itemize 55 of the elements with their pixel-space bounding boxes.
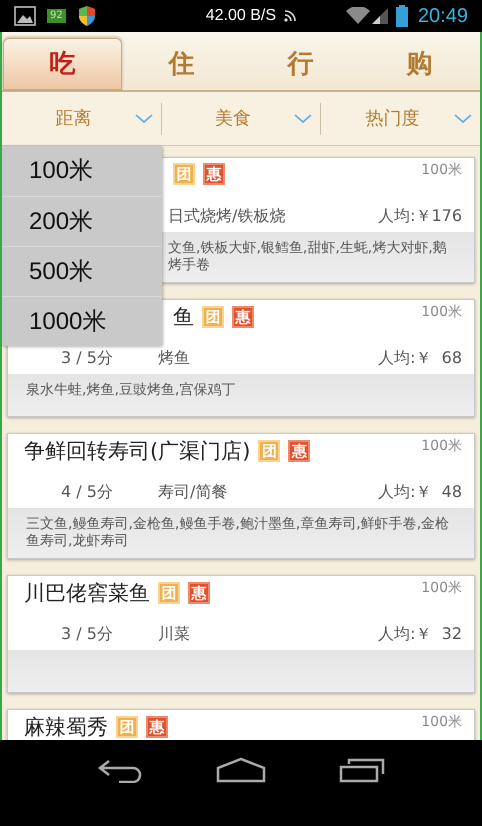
distance-label: 100米 (421, 579, 462, 598)
deal-tag: 惠 (232, 306, 254, 328)
deal-tag: 团 (158, 582, 180, 604)
chevron-down-icon (454, 114, 472, 124)
deal-tag: 惠 (203, 163, 225, 185)
distance-label: 100米 (421, 437, 462, 456)
deal-tag: 团 (202, 306, 224, 328)
rating-text: 4 / 5分 (61, 481, 114, 503)
deal-tag: 团 (116, 716, 138, 738)
restaurant-name: 川巴佬窖菜鱼 (24, 581, 150, 605)
restaurant-name: 麻辣蜀秀 (24, 715, 108, 739)
rating-text: 3 / 5分 (61, 347, 114, 369)
network-speed: 42.00 B/S (206, 6, 276, 26)
wifi-icon (346, 7, 370, 25)
home-icon[interactable] (216, 757, 266, 783)
deal-tag: 团 (258, 440, 280, 462)
chevron-down-icon (134, 114, 153, 124)
rss-icon (284, 10, 296, 22)
restaurant-name: 争鲜回转寿司(广渠门店) (24, 439, 250, 463)
category-text: 烤鱼 (158, 347, 191, 369)
price-text: 人均:￥176 (378, 205, 462, 227)
recent-apps-icon[interactable] (339, 757, 386, 783)
clock-time: 20:49 (418, 4, 468, 29)
dishes-text: 三文鱼,鳗鱼寿司,金枪鱼,鳗鱼手卷,鲍汁墨鱼,章鱼寿司,鲜虾手卷,金枪鱼寿司,龙虾寿司 (26, 516, 450, 550)
distance-label: 100米 (421, 713, 462, 732)
deal-tag: 惠 (146, 716, 168, 738)
menu-option[interactable]: 200米 (2, 196, 162, 246)
restaurant-card[interactable]: 川巴佬窖菜鱼 团 惠 100米 3 / 5分 川菜 人均:￥ 32 (7, 575, 475, 693)
shield-icon (78, 5, 96, 27)
picture-icon (14, 6, 36, 26)
restaurant-card[interactable]: 争鲜回转寿司(广渠门店) 团 惠 100米 4 / 5分 寿司/简餐 人均:￥ 48 三文鱼,鳗鱼寿司,金枪鱼,鳗鱼手卷,鲍汁墨鱼,章鱼寿司,鲜虾手卷,金枪鱼寿司,龙虾寿司 (7, 433, 475, 559)
price-text: 人均:￥ 48 (378, 481, 462, 503)
category-text: 日式烧烤/铁板烧 (168, 205, 286, 227)
restaurant-name: 鱼 (173, 305, 194, 329)
dishes-text: 泉水牛蛙,烤鱼,豆豉烤鱼,宫保鸡丁 (26, 382, 236, 399)
category-text: 寿司/简餐 (158, 481, 228, 503)
rating-text: 3 / 5分 (61, 623, 114, 645)
menu-option[interactable]: 1000米 (2, 296, 162, 346)
battery-icon (396, 5, 408, 27)
dishes-text: 文鱼,铁板大虾,银鳕鱼,甜虾,生蚝,烤大对虾,鹅烤手卷 (168, 240, 448, 274)
category-text: 川菜 (158, 623, 191, 645)
distance-label: 100米 (421, 303, 462, 322)
menu-option[interactable]: 500米 (2, 246, 162, 296)
distance-label: 100米 (421, 161, 462, 180)
deal-tag: 惠 (288, 440, 310, 462)
price-text: 人均:￥ 32 (378, 623, 462, 645)
price-text: 人均:￥ 68 (378, 347, 462, 369)
chevron-down-icon (294, 114, 312, 124)
signal-icon (372, 7, 388, 25)
restaurant-card[interactable]: 麻辣蜀秀 团 惠 100米 (7, 709, 475, 740)
deal-tag: 惠 (188, 582, 210, 604)
battery-badge: 92 (47, 9, 66, 23)
category-tab[interactable]: 吃 (3, 38, 122, 90)
back-icon[interactable] (96, 757, 143, 783)
deal-tag: 团 (173, 163, 195, 185)
